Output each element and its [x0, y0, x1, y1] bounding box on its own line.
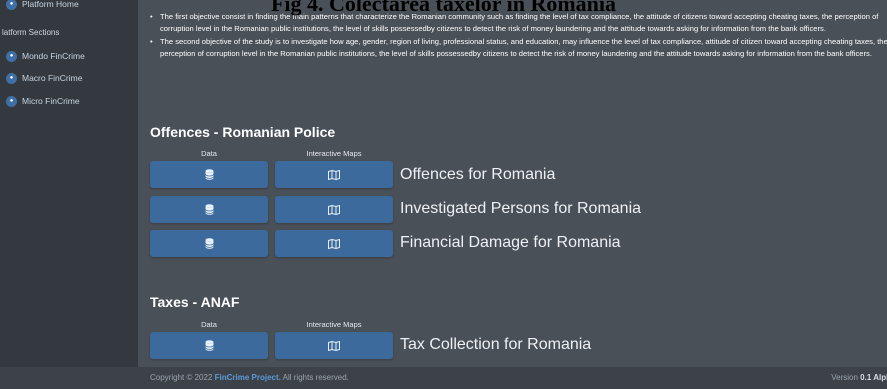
- row-label-investigated: Investigated Persons for Romania: [400, 200, 642, 217]
- sidebar-item-label: Micro FinCrime: [22, 96, 80, 106]
- objectives-list: The first objective consist in finding t…: [150, 11, 887, 61]
- figure-caption: Fig 4. Colectarea taxelor în România: [270, 0, 617, 16]
- section-title-taxes: Taxes - ANAF: [150, 294, 240, 310]
- map-button-financial-damage[interactable]: [275, 230, 393, 257]
- data-button-financial-damage[interactable]: [150, 230, 268, 257]
- database-icon: [204, 204, 214, 215]
- section-title-offences: Offences - Romanian Police: [150, 124, 336, 140]
- row-label-offences: Offences for Romania: [400, 166, 556, 183]
- map-button-investigated[interactable]: [275, 196, 393, 223]
- sidebar-item-label: Macro FinCrime: [22, 73, 83, 83]
- data-button-offences[interactable]: [150, 161, 268, 188]
- map-button-offences[interactable]: [275, 161, 393, 188]
- sidebar-item-micro-fincrime[interactable]: ● Micro FinCrime: [6, 93, 80, 109]
- data-button-tax-collection[interactable]: [150, 332, 268, 359]
- map-icon: [328, 204, 340, 215]
- map-icon: [328, 169, 340, 180]
- version-text: Version 0.1 Alph: [831, 373, 887, 382]
- sidebar-item-macro-fincrime[interactable]: ● Macro FinCrime: [6, 70, 83, 86]
- database-icon: [204, 340, 214, 351]
- row-label-tax-collection: Tax Collection for Romania: [400, 336, 592, 353]
- app-window: ● Platform Home latform Sections ● Mondo…: [0, 0, 887, 389]
- globe-icon: ●: [6, 72, 17, 84]
- rights-text: All rights reserved.: [280, 373, 349, 382]
- copyright-prefix: Copyright © 2022: [150, 373, 215, 382]
- sidebar-item-mondo-fincrime[interactable]: ● Mondo FinCrime: [6, 48, 85, 64]
- globe-icon: ●: [6, 50, 17, 62]
- sidebar: ● Platform Home latform Sections ● Mondo…: [0, 0, 138, 389]
- map-icon: [328, 340, 340, 351]
- column-header-data: Data: [201, 320, 217, 329]
- database-icon: [204, 238, 214, 249]
- sidebar-section-header: latform Sections: [2, 28, 60, 37]
- map-button-tax-collection[interactable]: [275, 332, 393, 359]
- column-header-maps: Interactive Maps: [306, 320, 362, 329]
- version-number: 0.1 Alph: [860, 373, 887, 382]
- copyright-text: Copyright © 2022 FinCrime Project. All r…: [150, 373, 349, 382]
- objective-item: The second objective of the study is to …: [150, 36, 887, 59]
- map-icon: [328, 238, 340, 249]
- column-header-maps: Interactive Maps: [306, 149, 362, 158]
- database-icon: [204, 169, 214, 180]
- project-link[interactable]: FinCrime Project.: [215, 373, 281, 382]
- version-prefix: Version: [831, 373, 861, 382]
- column-header-data: Data: [201, 149, 217, 158]
- footer: Copyright © 2022 FinCrime Project. All r…: [0, 367, 887, 389]
- sidebar-item-label: Mondo FinCrime: [22, 51, 85, 61]
- main-content: The first objective consist in finding t…: [138, 0, 887, 389]
- row-label-financial-damage: Financial Damage for Romania: [400, 234, 621, 251]
- data-button-investigated[interactable]: [150, 196, 268, 223]
- globe-icon: ●: [6, 95, 17, 107]
